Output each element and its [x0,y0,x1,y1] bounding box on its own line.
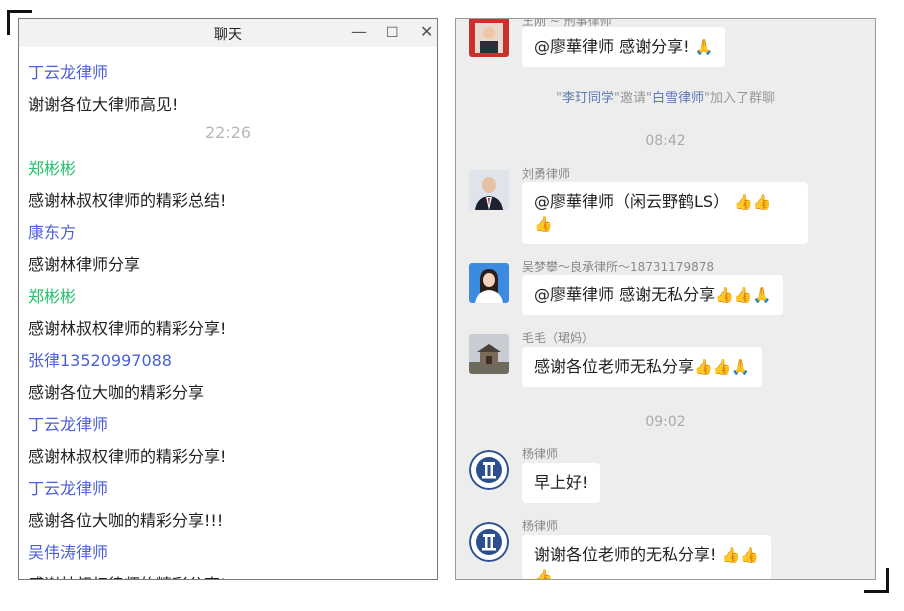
minimize-button[interactable]: — [351,22,367,42]
sender-name[interactable]: 丁云龙律师 [28,59,108,83]
message-bubble[interactable]: @廖華律师 感谢分享! 🙏 [522,27,726,67]
thumbs-up-icon: 👍👍🙏 [715,286,772,304]
message-text: 感谢林律师分享 [28,255,141,274]
right-chat-window: 王刚 ~ 刑事律师 @廖華律师 感谢分享! 🙏 "李玎同学"邀请"白雪律师"加入… [455,18,876,580]
sender-name[interactable]: 丁云龙律师 [28,475,108,499]
law-firm-logo-icon [469,450,509,490]
sender-nickname: 杨律师 [522,519,559,533]
message-bubble[interactable]: 早上好! [522,463,601,503]
message-text: 感谢各位老师无私分享 [534,357,695,376]
sender-name[interactable]: 郑彬彬 [28,155,76,179]
thumbs-up-icon: 👍👍🙏 [694,358,751,376]
maximize-button[interactable]: ☐ [386,23,399,43]
message-bubble[interactable]: 感谢各位老师无私分享👍👍🙏 [522,347,763,387]
message-text: 谢谢各位老师的无私分享! [534,545,717,564]
thumbs-up-icon: 👍 [534,568,553,580]
pray-icon: 🙏 [694,38,714,56]
message-text: 谢谢各位大律师高见! [28,95,179,114]
message-bubble[interactable]: 谢谢各位老师的无私分享! 👍👍 👍 [522,535,771,580]
message-text: 感谢各位大咖的精彩分享!!! [28,511,224,530]
close-button[interactable]: ✕ [420,22,433,42]
system-notice: "李玎同学"邀请"白雪律师"加入了群聊 [556,91,775,106]
avatar-portrait-icon [469,263,509,303]
thumbs-up-icon: 👍👍 [734,193,772,211]
message-bubble[interactable]: @廖華律师 感谢无私分享👍👍🙏 [522,275,784,315]
avatar[interactable] [469,170,509,210]
sender-name[interactable]: 吴伟涛律师 [28,539,108,563]
timestamp: 09:02 [645,414,686,430]
timestamp: 22:26 [204,123,252,142]
sender-name[interactable]: 康东方 [28,219,76,243]
avatar-landscape-icon [469,334,509,374]
thumbs-up-icon: 👍👍 [721,546,759,564]
sender-name[interactable]: 郑彬彬 [28,283,76,307]
message-text: @廖華律师 感谢无私分享 [534,285,716,304]
sender-nickname: 毛毛（珺妈） [522,331,595,345]
window-title: 聊天 [214,27,242,43]
message-text: @廖華律师 感谢分享! [534,37,690,56]
avatar-portrait-icon [469,170,509,210]
inviter-link[interactable]: 李玎同学 [562,91,614,106]
avatar[interactable] [469,522,509,562]
avatar-image-icon [469,19,509,57]
message-text: 感谢林叔权律师的精彩分享! [28,571,226,579]
sender-name[interactable]: 张律13520997088 [28,347,172,371]
message-text: 早上好! [534,473,589,492]
message-list[interactable]: 丁云龙律师 谢谢各位大律师高见! 22:26 郑彬彬 感谢林叔权律师的精彩总结! 康东方感… [19,47,437,579]
left-chat-window: 聊天 — ☐ ✕ 丁云龙律师 谢谢各位大律师高见! 22:26 郑彬彬 感谢林叔权律师的… [18,18,438,580]
message-bubble[interactable]: @廖華律师（闲云野鹤LS） 👍👍 👍 [522,182,808,244]
message-text: 感谢林叔权律师的精彩分享! [28,319,227,338]
avatar[interactable] [469,19,509,57]
sender-nickname: 吴梦攀～良承律所～18731179878 [522,260,714,274]
thumbs-up-icon: 👍 [534,215,553,233]
sender-name[interactable]: 丁云龙律师 [28,411,108,435]
law-firm-logo-icon [469,522,509,562]
invitee-link[interactable]: 白雪律师 [652,91,704,106]
message-text: 感谢各位大咖的精彩分享 [28,383,205,402]
title-bar: 聊天 — ☐ ✕ [19,19,437,47]
sender-nickname: 杨律师 [522,447,559,461]
avatar[interactable] [469,450,509,490]
message-text: 感谢林叔权律师的精彩分享! [28,447,227,466]
sender-nickname: 刘勇律师 [522,167,571,181]
message-text: 感谢林叔权律师的精彩总结! [28,191,227,210]
avatar[interactable] [469,263,509,303]
message-text: @廖華律师（闲云野鹤LS） [534,192,730,211]
avatar[interactable] [469,334,509,374]
timestamp: 08:42 [645,133,686,149]
